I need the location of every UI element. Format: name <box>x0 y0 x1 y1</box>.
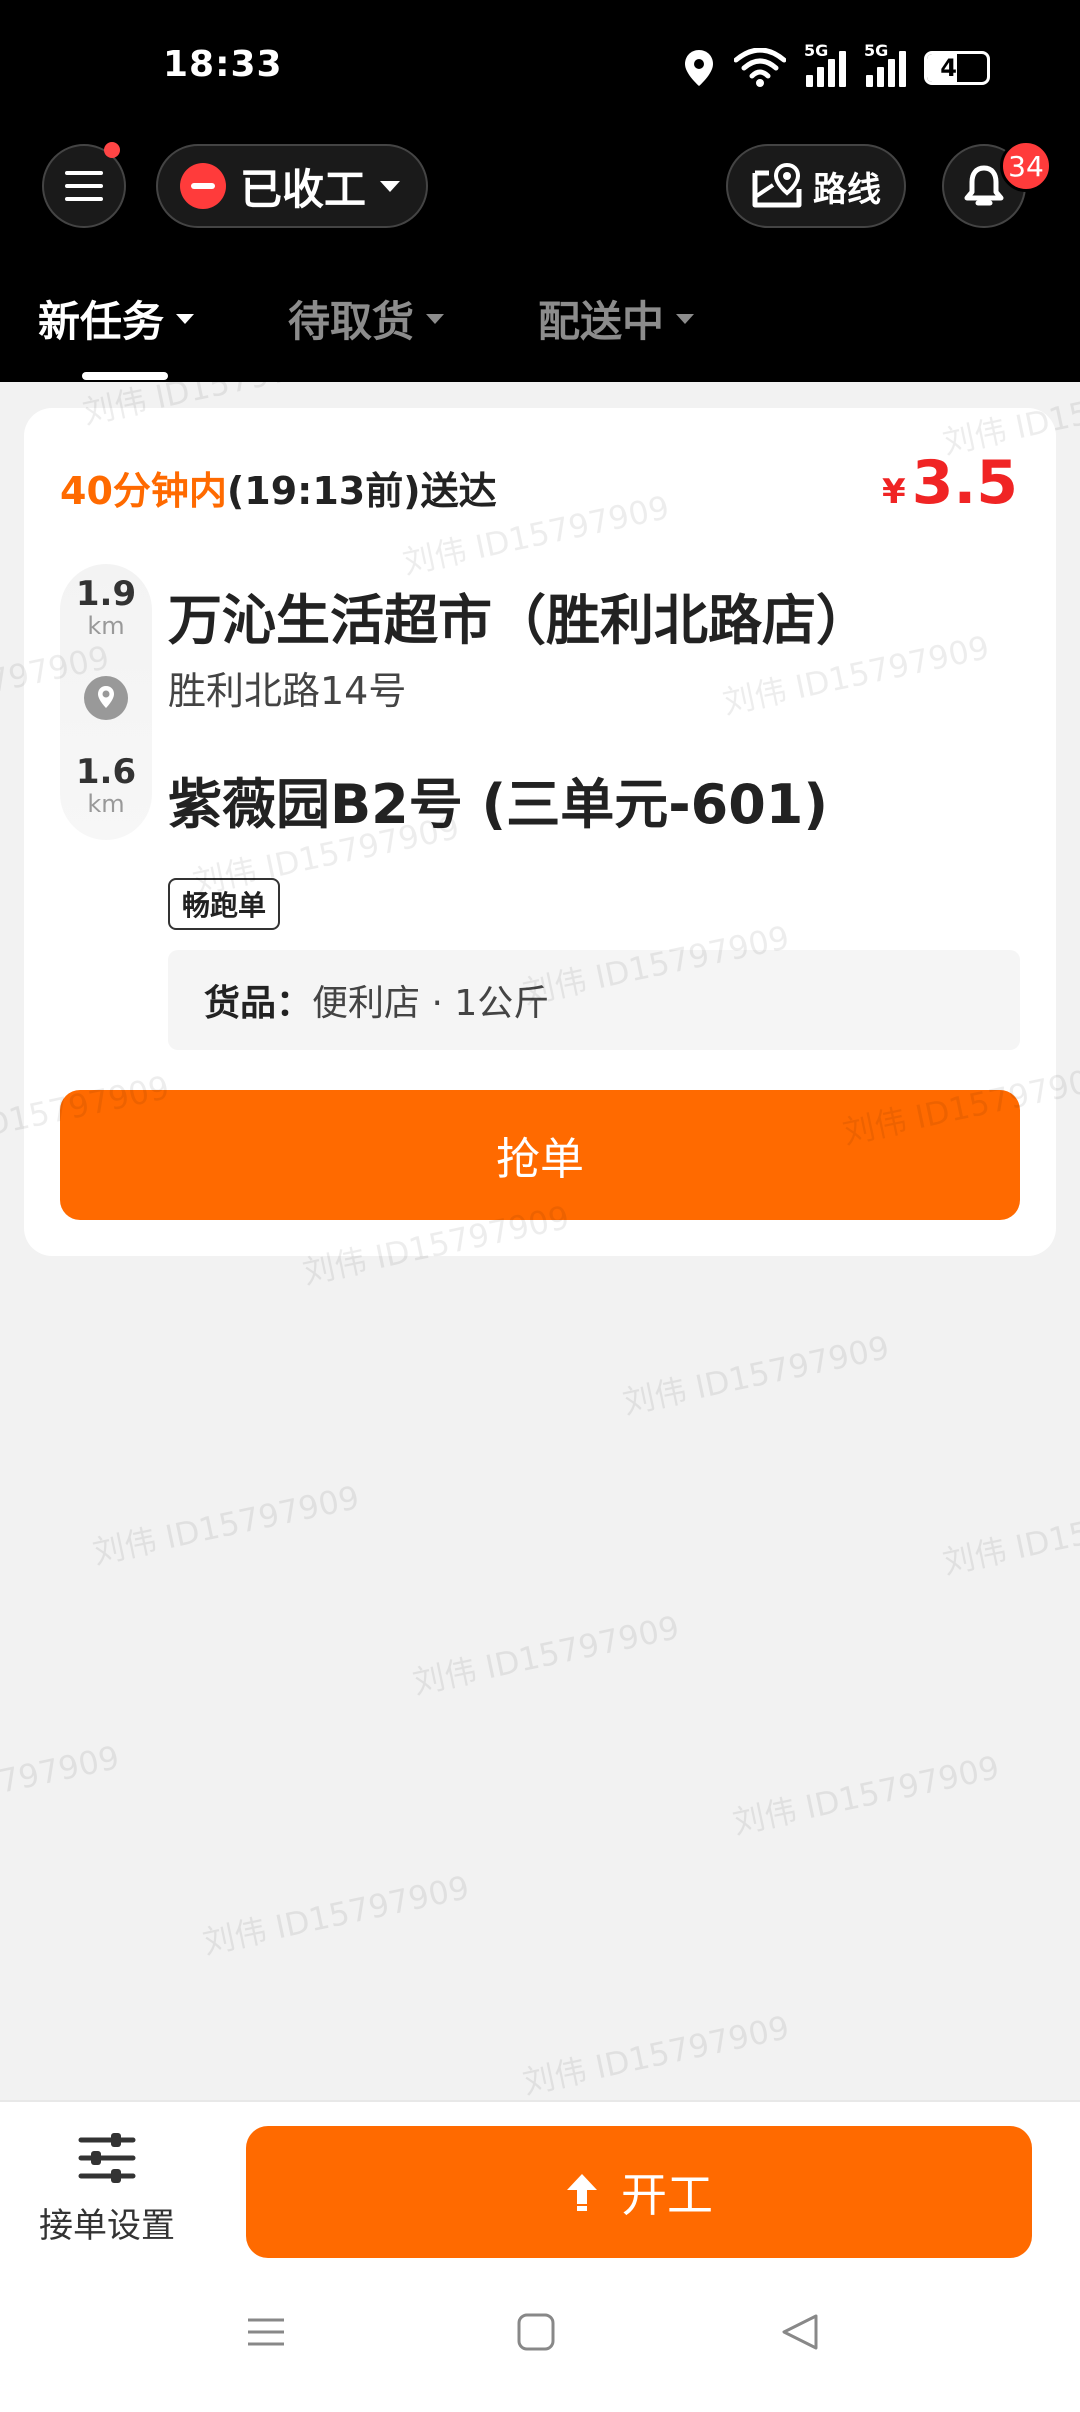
pickup-distance: 1.9 km <box>60 574 152 640</box>
bottom-bar: 接单设置 开工 <box>0 2100 1080 2412</box>
active-tab-indicator <box>82 372 168 380</box>
notification-button[interactable]: 34 <box>942 140 1052 228</box>
goods-label: 货品： <box>204 983 313 1024</box>
top-bar: 18:33 5G 5G 49 已收工 路线 34 新任务 待取货 配送中 <box>0 0 1080 382</box>
start-work-label: 开工 <box>621 2168 713 2222</box>
work-status-label: 已收工 <box>240 164 367 214</box>
stop-status-icon <box>180 163 226 209</box>
recent-apps-icon[interactable] <box>246 2312 286 2352</box>
watermark: 刘伟 ID15797909 <box>939 1488 1080 1582</box>
status-icons: 5G 5G 49 <box>682 41 990 90</box>
tab-new-tasks[interactable]: 新任务 <box>38 288 195 349</box>
sliders-icon <box>78 2133 136 2183</box>
price-currency: ¥ <box>882 472 906 512</box>
menu-button[interactable] <box>42 142 126 228</box>
tab-label: 待取货 <box>288 297 415 346</box>
order-settings-button[interactable]: 接单设置 <box>32 2130 182 2247</box>
deadline-highlight: 40分钟内 <box>60 469 227 513</box>
home-icon[interactable] <box>516 2312 556 2352</box>
task-tabs: 新任务 待取货 配送中 <box>0 278 1080 382</box>
notification-badge: 34 <box>1000 140 1052 192</box>
order-price: ¥ 3.5 <box>882 448 1018 518</box>
pickup-distance-value: 1.9 <box>75 574 137 614</box>
order-settings-label: 接单设置 <box>39 2206 175 2246</box>
system-nav-bar <box>0 2312 1080 2392</box>
work-status-toggle[interactable]: 已收工 <box>156 144 428 228</box>
arrow-up-icon <box>567 2174 597 2211</box>
wifi-icon <box>734 48 786 87</box>
watermark: 刘伟 ID15797909 <box>729 1748 1003 1842</box>
menu-red-dot <box>104 142 120 158</box>
location-icon <box>685 50 713 86</box>
watermark: 刘伟 ID15797909 <box>89 1478 363 1572</box>
battery-level: 49 <box>940 54 974 82</box>
location-pin-icon <box>84 676 128 720</box>
tab-awaiting-pickup[interactable]: 待取货 <box>288 288 445 349</box>
menu-icon <box>65 171 103 201</box>
bell-icon <box>964 165 1004 206</box>
route-button[interactable]: 路线 <box>726 144 906 228</box>
chevron-down-icon <box>176 313 195 324</box>
watermark: 刘伟 ID15797909 <box>409 1608 683 1702</box>
goods-value: 便利店 · 1公斤 <box>312 983 550 1024</box>
pickup-distance-unit: km <box>87 612 125 640</box>
deadline-time: (19:13前)送达 <box>226 469 497 513</box>
start-work-button[interactable]: 开工 <box>246 2126 1032 2258</box>
signal-icon-1: 5G <box>804 41 846 87</box>
status-time: 18:33 <box>163 44 283 85</box>
order-card[interactable]: 40分钟内(19:13前)送达 ¥ 3.5 1.9 km 1.6 km 万沁生活… <box>24 408 1056 1256</box>
destination-address: 紫薇园B2号 (三单元-601) <box>168 773 829 836</box>
back-icon[interactable] <box>780 2312 820 2352</box>
tab-label: 新任务 <box>38 297 165 346</box>
route-label: 路线 <box>813 169 881 210</box>
delivery-distance: 1.6 km <box>60 752 152 818</box>
battery-icon: 49 <box>924 51 990 85</box>
tab-delivering[interactable]: 配送中 <box>538 288 695 349</box>
store-address: 胜利北路14号 <box>168 669 407 713</box>
watermark: 刘伟 ID15797909 <box>619 1328 893 1422</box>
watermark: 刘伟 ID15797909 <box>199 1868 473 1962</box>
store-name: 万沁生活超市（胜利北路店） <box>168 589 870 652</box>
watermark: 刘伟 ID15797909 <box>0 1738 123 1832</box>
grab-order-button[interactable]: 抢单 <box>60 1090 1020 1220</box>
chevron-down-icon <box>676 313 695 324</box>
order-type-tag: 畅跑单 <box>168 878 281 930</box>
tab-label: 配送中 <box>538 297 665 346</box>
chevron-down-icon <box>426 313 445 324</box>
app-header: 已收工 路线 34 <box>0 140 1080 230</box>
delivery-distance-value: 1.6 <box>75 752 137 792</box>
watermark: 刘伟 ID15797909 <box>519 2008 793 2102</box>
status-bar: 18:33 5G 5G 49 <box>0 0 1080 130</box>
map-route-icon <box>752 163 802 208</box>
delivery-distance-unit: km <box>87 790 125 818</box>
signal-icon-2: 5G <box>864 41 906 87</box>
distance-column: 1.9 km 1.6 km <box>60 564 152 840</box>
delivery-deadline: 40分钟内(19:13前)送达 <box>60 460 497 515</box>
chevron-down-icon <box>380 180 401 192</box>
goods-info: 货品： 便利店 · 1公斤 <box>168 950 1020 1050</box>
price-value: 3.5 <box>911 448 1018 518</box>
